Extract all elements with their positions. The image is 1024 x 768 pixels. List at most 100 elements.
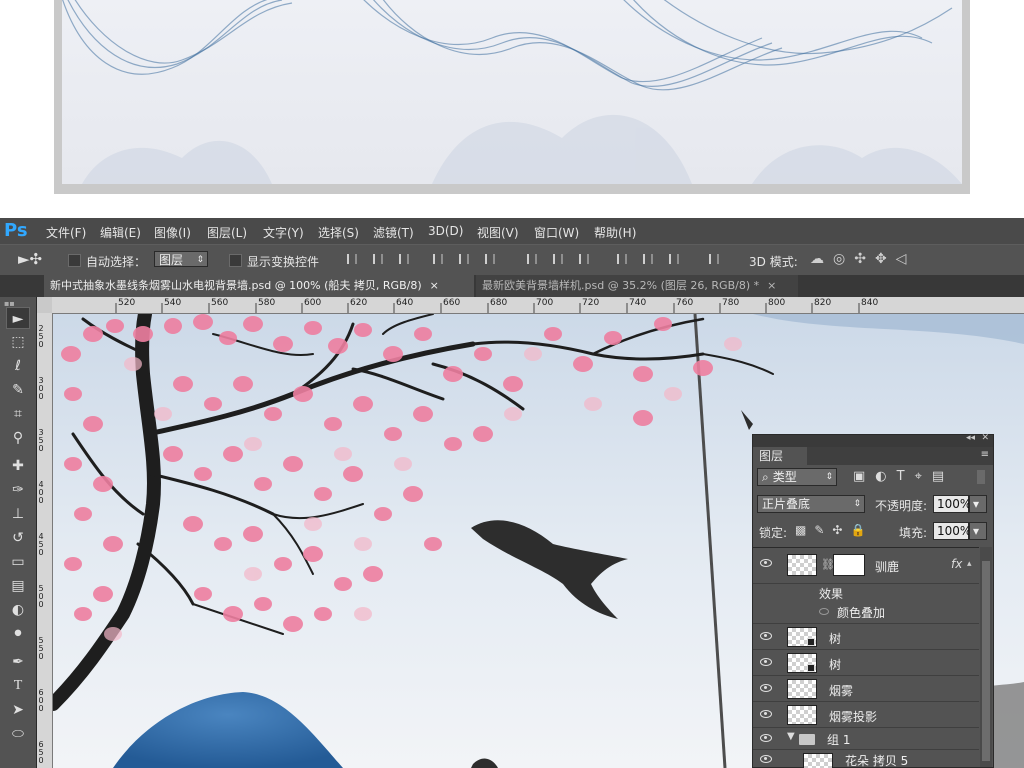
- history-brush-tool-icon[interactable]: ↺: [6, 527, 30, 549]
- distribute-right-icon[interactable]: [667, 251, 681, 267]
- lasso-tool-icon[interactable]: ℓ: [6, 355, 30, 377]
- scrollbar-thumb[interactable]: [982, 561, 990, 761]
- menu-file[interactable]: 文件(F): [46, 224, 86, 241]
- filter-type-value: 类型: [772, 470, 797, 484]
- lock-icons[interactable]: ▩✎✣🔒: [795, 523, 873, 537]
- eraser-tool-icon[interactable]: ▭: [6, 551, 30, 573]
- panel-menu-icon[interactable]: ≡: [981, 449, 989, 460]
- align-left-icon[interactable]: [431, 251, 445, 267]
- auto-select-label: 自动选择：: [86, 255, 147, 269]
- distribute-hcenter-icon[interactable]: [641, 251, 655, 267]
- auto-align-icon[interactable]: [707, 251, 721, 267]
- menu-window[interactable]: 窗口(W): [534, 224, 579, 241]
- visibility-eye-icon[interactable]: [760, 755, 772, 763]
- menu-select[interactable]: 选择(S): [318, 224, 359, 241]
- layer-row-group-1[interactable]: ▼ 组 1: [753, 728, 979, 750]
- opacity-slider-button[interactable]: ▾: [969, 495, 987, 513]
- align-vcenter-icon[interactable]: [371, 251, 385, 267]
- filter-icons[interactable]: ▣◐T⌖▤: [853, 469, 954, 484]
- blend-mode-dropdown[interactable]: 正片叠底 ⇕: [757, 495, 865, 513]
- menu-image[interactable]: 图像(I): [154, 224, 191, 241]
- ruler-label: 6 0 0: [38, 688, 44, 713]
- chevron-up-icon[interactable]: ▴: [967, 559, 972, 569]
- fx-icon[interactable]: fx: [951, 557, 962, 571]
- ruler-label: 640: [396, 298, 414, 308]
- distribute-vcenter-icon[interactable]: [551, 251, 565, 267]
- layer-row-tree-2[interactable]: 树: [753, 650, 979, 676]
- menu-filter[interactable]: 滤镜(T): [373, 224, 414, 241]
- distribute-left-icon[interactable]: [615, 251, 629, 267]
- menu-3d[interactable]: 3D(D): [428, 224, 463, 238]
- eyedropper-tool-icon[interactable]: ⚲: [6, 427, 30, 449]
- opacity-input[interactable]: 100%: [933, 495, 971, 513]
- close-icon[interactable]: ×: [430, 279, 439, 292]
- layers-scrollbar[interactable]: [980, 547, 992, 767]
- 3d-mode-icons[interactable]: ☁◎✣✥◁: [810, 251, 915, 267]
- menu-view[interactable]: 视图(V): [477, 224, 519, 241]
- fill-input[interactable]: 100%: [933, 522, 971, 540]
- layer-row-reindeer[interactable]: ⛓ 驯鹿 fx ▴: [753, 548, 979, 584]
- filter-toggle[interactable]: [977, 470, 985, 484]
- group-name: 组 1: [827, 733, 851, 747]
- move-tool-preset-icon[interactable]: ►✣: [18, 250, 42, 268]
- effect-eye-icon[interactable]: [819, 608, 829, 615]
- shape-tool-icon[interactable]: ⬭: [6, 723, 30, 745]
- close-icon[interactable]: ×: [767, 279, 776, 292]
- visibility-eye-icon[interactable]: [760, 734, 772, 742]
- blur-tool-icon[interactable]: ◐: [6, 599, 30, 621]
- align-right-icon[interactable]: [483, 251, 497, 267]
- brush-tool-icon[interactable]: ✑: [6, 479, 30, 501]
- expand-triangle-icon[interactable]: ▼: [787, 731, 795, 742]
- visibility-eye-icon[interactable]: [760, 658, 772, 666]
- type-tool-icon[interactable]: T: [6, 675, 30, 697]
- layer-thumbnail: [803, 753, 833, 768]
- ruler-label: 740: [629, 298, 647, 308]
- menu-help[interactable]: 帮助(H): [594, 224, 636, 241]
- menu-type[interactable]: 文字(Y): [263, 224, 304, 241]
- pen-tool-icon[interactable]: ✒: [6, 651, 30, 673]
- auto-select-checkbox[interactable]: [68, 254, 81, 267]
- menu-layer[interactable]: 图层(L): [207, 224, 247, 241]
- visibility-eye-icon[interactable]: [760, 632, 772, 640]
- move-tool-icon[interactable]: ►: [6, 307, 30, 329]
- layer-row-smoke-shadow[interactable]: 烟雾投影: [753, 702, 979, 728]
- gradient-tool-icon[interactable]: ▤: [6, 575, 30, 597]
- crop-tool-icon[interactable]: ⌗: [6, 403, 30, 425]
- tab-document-1[interactable]: 新中式抽象水墨线条烟雾山水电视背景墙.psd @ 100% (船夫 拷贝, RG…: [44, 275, 474, 297]
- layer-mask-thumbnail[interactable]: [833, 554, 865, 576]
- visibility-eye-icon[interactable]: [760, 710, 772, 718]
- tab-layers[interactable]: 图层: [753, 447, 807, 465]
- visibility-eye-icon[interactable]: [760, 684, 772, 692]
- ruler-label: 540: [164, 298, 182, 308]
- auto-select-dropdown[interactable]: 图层 ⇕: [154, 251, 208, 267]
- align-top-icon[interactable]: [345, 251, 359, 267]
- show-transform-checkbox[interactable]: [229, 254, 242, 267]
- quick-select-tool-icon[interactable]: ✎: [6, 379, 30, 401]
- ruler-label: 620: [350, 298, 368, 308]
- layer-row-smoke[interactable]: 烟雾: [753, 676, 979, 702]
- path-selection-tool-icon[interactable]: ➤: [6, 699, 30, 721]
- layer-effect-color-overlay[interactable]: 颜色叠加: [753, 602, 979, 624]
- search-icon: ⌕: [762, 470, 769, 484]
- layer-row-tree-1[interactable]: 树: [753, 624, 979, 650]
- healing-brush-tool-icon[interactable]: ✚: [6, 455, 30, 477]
- layers-tabstrip: ≡: [807, 447, 993, 465]
- clone-stamp-tool-icon[interactable]: ⊥: [6, 503, 30, 525]
- layer-row-flower-copy-5[interactable]: 花朵 拷贝 5: [753, 750, 979, 768]
- visibility-eye-icon[interactable]: [760, 559, 772, 567]
- align-hcenter-icon[interactable]: [457, 251, 471, 267]
- ruler-label: 800: [768, 298, 786, 308]
- filter-type-dropdown[interactable]: ⌕ 类型 ⇕: [757, 468, 837, 486]
- ruler-label: 3 0 0: [38, 376, 44, 401]
- tab-document-2[interactable]: 最新欧美背景墙样机.psd @ 35.2% (图层 26, RGB/8) * ×: [476, 275, 798, 297]
- dodge-tool-icon[interactable]: ⚫: [6, 623, 30, 645]
- menu-edit[interactable]: 编辑(E): [100, 224, 141, 241]
- distribute-top-icon[interactable]: [525, 251, 539, 267]
- layer-effects-header: 效果: [753, 584, 979, 602]
- close-icon[interactable]: ✕: [981, 433, 989, 443]
- fill-slider-button[interactable]: ▾: [969, 522, 987, 540]
- distribute-bottom-icon[interactable]: [577, 251, 591, 267]
- align-bottom-icon[interactable]: [397, 251, 411, 267]
- marquee-tool-icon[interactable]: ⬚: [6, 331, 30, 353]
- collapse-icon[interactable]: ◂◂: [966, 433, 975, 443]
